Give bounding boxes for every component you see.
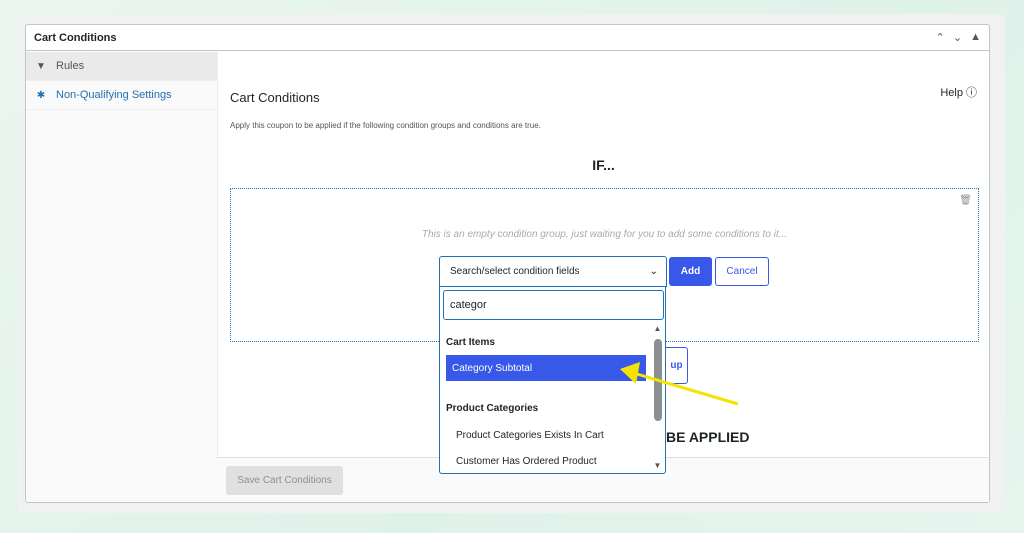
tab-rules-label: Rules: [56, 60, 85, 72]
option-customer-has-ordered-product[interactable]: Customer Has Ordered Product: [446, 448, 646, 473]
save-cart-conditions-button[interactable]: Save Cart Conditions: [226, 466, 343, 495]
then-label: BE APPLIED: [666, 429, 750, 445]
option-product-categories-exists[interactable]: Product Categories Exists In Cart: [446, 422, 646, 448]
tab-non-qualifying-label: Non-Qualifying Settings: [56, 89, 172, 101]
condition-dropdown: categor Cart Items Category Subtotal Pro…: [439, 287, 666, 474]
panel-title: Cart Conditions: [34, 31, 117, 44]
scroll-up-icon[interactable]: ▲: [653, 325, 662, 333]
tab-non-qualifying-settings[interactable]: ✱ Non-Qualifying Settings: [26, 81, 217, 110]
condition-select-placeholder: Search/select condition fields: [450, 266, 580, 277]
dropdown-scrollbar[interactable]: ▲ ▼: [653, 325, 662, 470]
cancel-button[interactable]: Cancel: [715, 257, 769, 286]
funnel-icon: ▼: [36, 60, 46, 72]
scroll-down-icon[interactable]: ▼: [653, 462, 662, 470]
condition-field-select[interactable]: Search/select condition fields ⌄: [439, 256, 667, 287]
option-group-product-categories: Product Categories: [446, 403, 539, 414]
if-label: IF...: [592, 157, 615, 173]
tab-rules[interactable]: ▼ Rules: [26, 52, 217, 81]
option-group-cart-items: Cart Items: [446, 337, 495, 348]
section-description: Apply this coupon to be applied if the f…: [230, 121, 541, 130]
add-group-button[interactable]: up: [666, 347, 688, 384]
help-link[interactable]: Help ⓘ: [940, 84, 977, 100]
chevron-down-icon: ⌄: [649, 266, 658, 277]
gear-icon: ✱: [36, 89, 46, 101]
trash-icon[interactable]: 🗑: [959, 195, 972, 206]
empty-group-message: This is an empty condition group, just w…: [421, 229, 788, 240]
move-down-icon[interactable]: ⌄: [953, 31, 962, 44]
help-label: Help: [940, 87, 963, 99]
add-group-button-label: up: [670, 360, 683, 371]
move-up-icon[interactable]: ⌃: [936, 31, 945, 44]
option-category-subtotal[interactable]: Category Subtotal: [446, 355, 646, 381]
section-title: Cart Conditions: [230, 90, 320, 105]
panel-header-controls: ⌃ ⌄ ▲: [936, 31, 981, 44]
collapse-toggle-icon[interactable]: ▲: [970, 31, 981, 44]
scrollbar-thumb[interactable]: [654, 339, 662, 421]
condition-search-input[interactable]: categor: [443, 290, 664, 320]
panel-header: Cart Conditions ⌃ ⌄ ▲: [26, 25, 989, 51]
panel-tabs: ▼ Rules ✱ Non-Qualifying Settings: [26, 52, 218, 502]
add-condition-button[interactable]: Add: [669, 257, 712, 286]
help-icon: ⓘ: [966, 87, 977, 99]
